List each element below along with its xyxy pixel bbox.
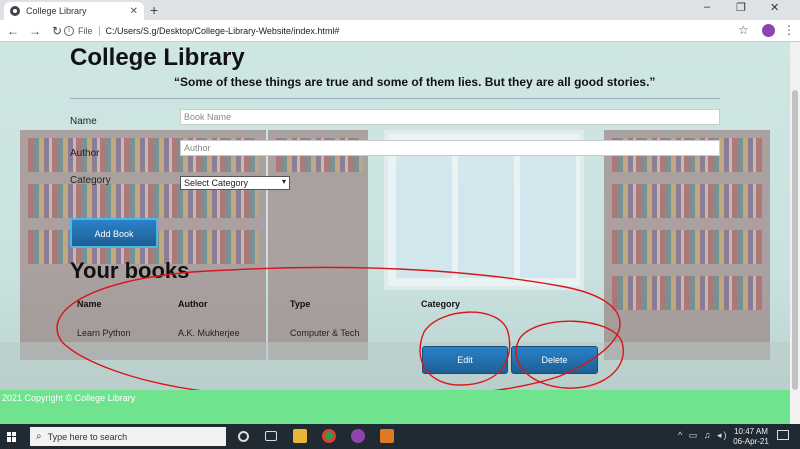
page-content: College Library “Some of these things ar… — [0, 42, 790, 424]
close-tab-icon[interactable]: ✕ — [130, 6, 138, 17]
page-viewport: College Library “Some of these things ar… — [0, 42, 790, 424]
book-type-cell: Computer & Tech — [290, 328, 360, 338]
book-author-cell: A.K. Mukherjee — [178, 328, 240, 338]
new-tab-button[interactable]: + — [150, 2, 158, 18]
address-url[interactable]: C:/Users/S.g/Desktop/College-Library-Web… — [106, 26, 340, 36]
system-tray-icons[interactable]: ^ ▭ ♫ ◂) — [678, 430, 729, 441]
add-book-button[interactable]: Add Book — [70, 218, 158, 248]
bookmark-star-icon[interactable]: ☆ — [738, 23, 749, 37]
books-section-title: Your books — [70, 258, 190, 283]
taskbar-search-placeholder: Type here to search — [47, 431, 128, 442]
edit-button[interactable]: Edit — [422, 346, 508, 374]
more-menu-icon[interactable]: ⋮ — [783, 23, 795, 37]
search-icon: ⌕ — [36, 431, 42, 442]
tab-title: College Library — [26, 6, 87, 16]
sublime-text-icon[interactable] — [380, 429, 394, 443]
footer: 2021 Copyright © College Library — [0, 390, 790, 424]
globe-icon — [10, 6, 20, 16]
delete-button[interactable]: Delete — [511, 346, 598, 374]
back-icon[interactable]: ← — [4, 24, 22, 38]
page-scrollbar[interactable] — [790, 42, 800, 424]
category-label: Category — [70, 175, 111, 186]
restore-icon[interactable]: ❐ — [736, 1, 746, 14]
tab-strip: College Library ✕ + – ❐ ✕ — [0, 0, 800, 20]
taskbar-search-box[interactable]: ⌕ Type here to search — [30, 427, 226, 446]
divider — [70, 98, 720, 99]
address-separator — [98, 26, 100, 36]
chevron-down-icon: ▾ — [281, 177, 286, 186]
chrome-icon[interactable] — [322, 429, 336, 443]
category-select[interactable]: Select Category ▾ — [180, 176, 290, 190]
notifications-icon[interactable] — [777, 430, 789, 440]
file-explorer-icon[interactable] — [293, 429, 307, 443]
taskbar: ⌕ Type here to search ^ ▭ ♫ ◂) 10:47 AM … — [0, 424, 800, 449]
info-icon[interactable]: i — [64, 26, 74, 36]
book-name-cell: Learn Python — [77, 328, 131, 338]
author-input[interactable] — [180, 140, 720, 156]
table-header-type: Type — [290, 299, 311, 309]
close-window-icon[interactable]: ✕ — [770, 1, 779, 14]
browser-toolbar: ← → ↻ i File C:/Users/S.g/Desktop/Colleg… — [0, 20, 800, 42]
browser-tab[interactable]: College Library ✕ — [4, 2, 144, 20]
forward-icon[interactable]: → — [26, 24, 44, 38]
table-header-name: Name — [77, 299, 102, 309]
taskbar-clock[interactable]: 10:47 AM 06-Apr-21 — [733, 427, 769, 447]
page-title: College Library — [70, 44, 245, 71]
name-label: Name — [70, 116, 97, 127]
table-header-category: Category — [421, 299, 461, 309]
address-scheme: File — [78, 26, 93, 36]
category-selected-value: Select Category — [184, 178, 249, 188]
clock-date: 06-Apr-21 — [733, 437, 769, 446]
clock-time: 10:47 AM — [734, 427, 768, 436]
cortana-icon[interactable] — [238, 431, 249, 442]
address-bar[interactable]: i File C:/Users/S.g/Desktop/College-Libr… — [64, 22, 754, 40]
chrome-profile-icon[interactable] — [351, 429, 365, 443]
footer-copyright: 2021 Copyright © College Library — [2, 393, 136, 403]
task-view-icon[interactable] — [265, 431, 277, 441]
table-header-author: Author — [178, 299, 208, 309]
minimize-icon[interactable]: – — [704, 1, 710, 13]
windows-start-icon[interactable] — [0, 424, 24, 449]
scrollbar-thumb[interactable] — [792, 90, 798, 390]
book-name-input[interactable] — [180, 109, 720, 125]
author-label: Author — [70, 148, 100, 159]
profile-avatar-icon[interactable] — [762, 24, 775, 37]
page-quote: “Some of these things are true and some … — [174, 75, 656, 89]
